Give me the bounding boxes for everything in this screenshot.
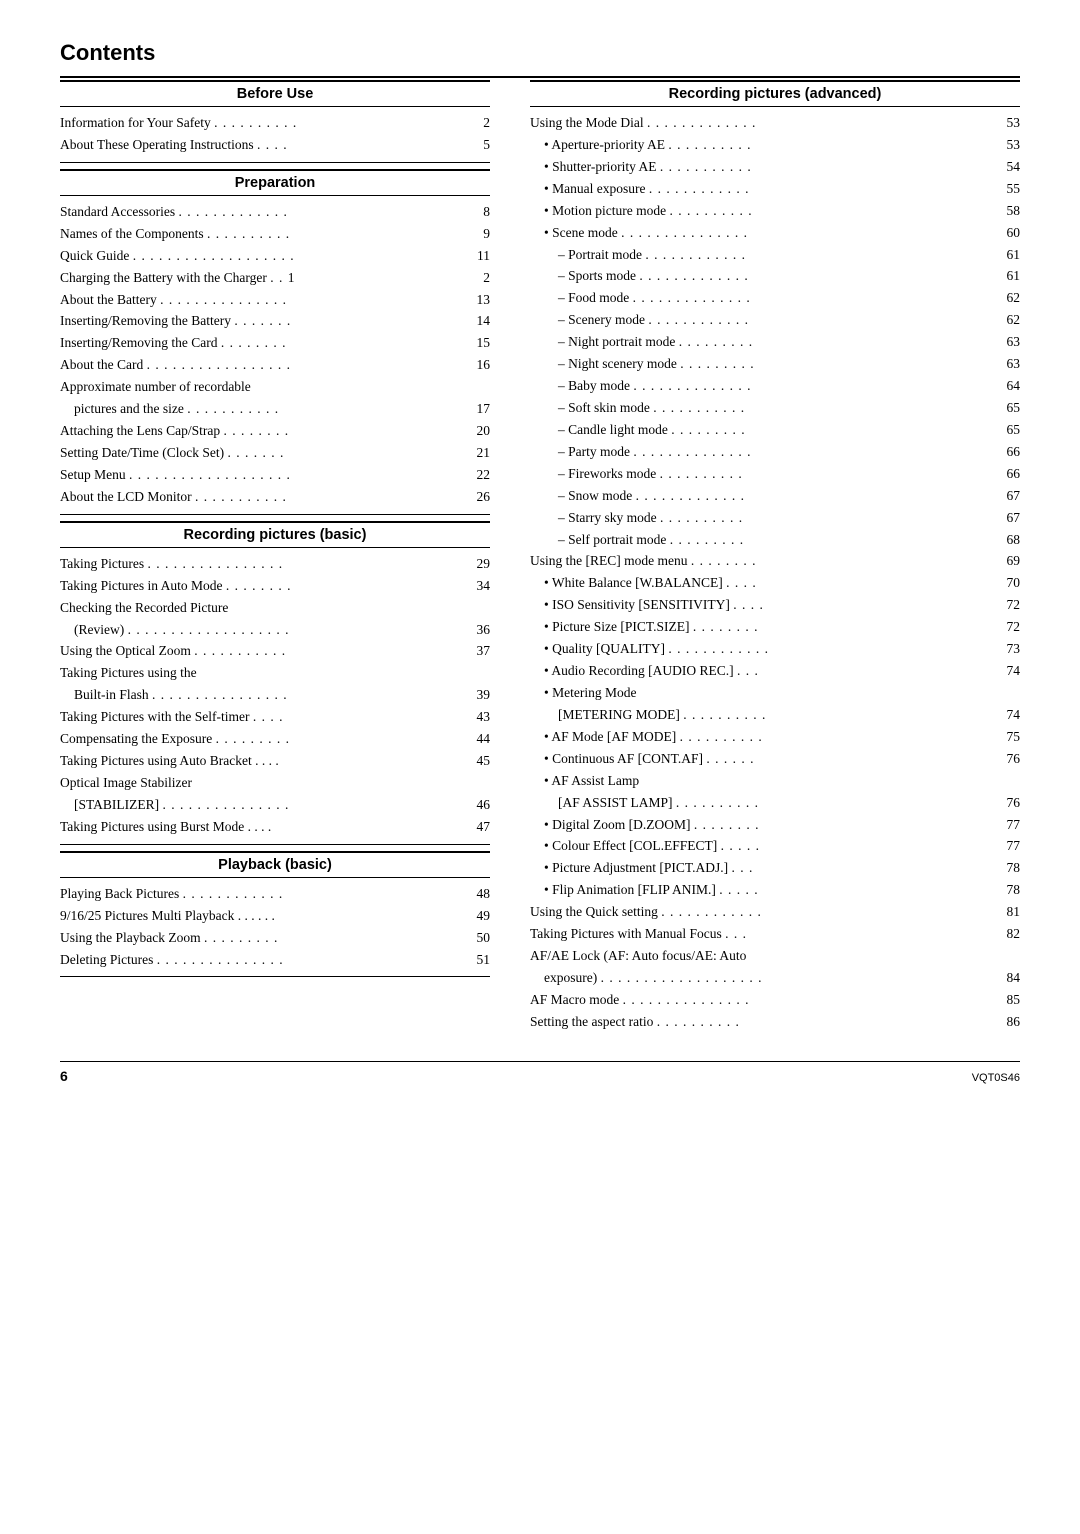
section-preparation: Preparation Standard Accessories . . . .… [60, 169, 490, 515]
page-title: Contents [60, 40, 1020, 66]
toc-entry: Using the Optical Zoom . . . . . . . . .… [60, 641, 490, 662]
toc-entry: • Picture Adjustment [PICT.ADJ.] . . . 7… [530, 858, 1020, 879]
toc-entry: Quick Guide . . . . . . . . . . . . . . … [60, 246, 490, 267]
toc-entry: About the LCD Monitor . . . . . . . . . … [60, 487, 490, 508]
toc-entry: – Baby mode . . . . . . . . . . . . . . … [530, 376, 1020, 397]
section-recording-advanced: Recording pictures (advanced) Using the … [530, 80, 1020, 1033]
toc-entry: AF/AE Lock (AF: Auto focus/AE: Auto [530, 946, 1020, 967]
toc-entry: Using the Quick setting . . . . . . . . … [530, 902, 1020, 923]
section-header-before-use: Before Use [60, 80, 490, 107]
left-column: Before Use Information for Your Safety .… [60, 80, 490, 1037]
page-number: 6 [60, 1068, 68, 1084]
toc-entry: About the Battery . . . . . . . . . . . … [60, 290, 490, 311]
section-playback-basic: Playback (basic) Playing Back Pictures .… [60, 851, 490, 978]
toc-entry: Information for Your Safety . . . . . . … [60, 113, 490, 134]
toc-entry: Built-in Flash . . . . . . . . . . . . .… [60, 685, 490, 706]
toc-entry: – Self portrait mode . . . . . . . . . 6… [530, 530, 1020, 551]
toc-entry: Using the Playback Zoom . . . . . . . . … [60, 928, 490, 949]
toc-entry-party-mode: – Party mode . . . . . . . . . . . . . .… [530, 442, 1020, 463]
toc-entry: • Aperture-priority AE . . . . . . . . .… [530, 135, 1020, 156]
toc-entry: Taking Pictures using Auto Bracket . . .… [60, 751, 490, 772]
right-column: Recording pictures (advanced) Using the … [530, 80, 1020, 1037]
toc-entry: • Picture Size [PICT.SIZE] . . . . . . .… [530, 617, 1020, 638]
section-header-recording-basic: Recording pictures (basic) [60, 521, 490, 548]
toc-entry: Setting Date/Time (Clock Set) . . . . . … [60, 443, 490, 464]
toc-entry: • Colour Effect [COL.EFFECT] . . . . . 7… [530, 836, 1020, 857]
toc-entry: • Manual exposure . . . . . . . . . . . … [530, 179, 1020, 200]
toc-entry: – Food mode . . . . . . . . . . . . . . … [530, 288, 1020, 309]
toc-entry: Taking Pictures with the Self-timer . . … [60, 707, 490, 728]
toc-entry: Setup Menu . . . . . . . . . . . . . . .… [60, 465, 490, 486]
toc-entry: Using the Mode Dial . . . . . . . . . . … [530, 113, 1020, 134]
toc-entry: • Scene mode . . . . . . . . . . . . . .… [530, 223, 1020, 244]
toc-entry: AF Macro mode . . . . . . . . . . . . . … [530, 990, 1020, 1011]
toc-entry: Deleting Pictures . . . . . . . . . . . … [60, 950, 490, 971]
toc-entry: – Sports mode . . . . . . . . . . . . . … [530, 266, 1020, 287]
toc-entry: About the Card . . . . . . . . . . . . .… [60, 355, 490, 376]
toc-entry: [AF ASSIST LAMP] . . . . . . . . . . 76 [530, 793, 1020, 814]
toc-entry: • White Balance [W.BALANCE] . . . . 70 [530, 573, 1020, 594]
section-recording-basic: Recording pictures (basic) Taking Pictur… [60, 521, 490, 845]
toc-entry: About These Operating Instructions . . .… [60, 135, 490, 156]
toc-entry: pictures and the size . . . . . . . . . … [60, 399, 490, 420]
toc-entry: – Starry sky mode . . . . . . . . . . 67 [530, 508, 1020, 529]
toc-entry: [METERING MODE] . . . . . . . . . . 74 [530, 705, 1020, 726]
toc-entry: Using the [REC] mode menu . . . . . . . … [530, 551, 1020, 572]
toc-entry: • Metering Mode [530, 683, 1020, 704]
toc-entry: • Shutter-priority AE . . . . . . . . . … [530, 157, 1020, 178]
toc-entry: – Scenery mode . . . . . . . . . . . . 6… [530, 310, 1020, 331]
toc-entry: – Soft skin mode . . . . . . . . . . . 6… [530, 398, 1020, 419]
toc-entry: • Digital Zoom [D.ZOOM] . . . . . . . . … [530, 815, 1020, 836]
toc-entry: – Night portrait mode . . . . . . . . . … [530, 332, 1020, 353]
toc-entry: Inserting/Removing the Card . . . . . . … [60, 333, 490, 354]
section-header-preparation: Preparation [60, 169, 490, 196]
toc-entry: Charging the Battery with the Charger . … [60, 268, 490, 289]
toc-entry: Taking Pictures in Auto Mode . . . . . .… [60, 576, 490, 597]
toc-entry: – Portrait mode . . . . . . . . . . . . … [530, 245, 1020, 266]
toc-entry: Compensating the Exposure . . . . . . . … [60, 729, 490, 750]
toc-entry: • AF Assist Lamp [530, 771, 1020, 792]
section-header-playback-basic: Playback (basic) [60, 851, 490, 878]
toc-entry: Standard Accessories . . . . . . . . . .… [60, 202, 490, 223]
toc-entry: • Audio Recording [AUDIO REC.] . . . 74 [530, 661, 1020, 682]
toc-entry: • Motion picture mode . . . . . . . . . … [530, 201, 1020, 222]
toc-entry: Taking Pictures . . . . . . . . . . . . … [60, 554, 490, 575]
toc-entry: • Flip Animation [FLIP ANIM.] . . . . . … [530, 880, 1020, 901]
toc-entry: • ISO Sensitivity [SENSITIVITY] . . . . … [530, 595, 1020, 616]
toc-entry: 9/16/25 Pictures Multi Playback . . . . … [60, 906, 490, 927]
toc-entry: [STABILIZER] . . . . . . . . . . . . . .… [60, 795, 490, 816]
section-before-use: Before Use Information for Your Safety .… [60, 80, 490, 163]
toc-entry: Setting the aspect ratio . . . . . . . .… [530, 1012, 1020, 1033]
model-number: VQT0S46 [972, 1072, 1020, 1084]
toc-entry: – Candle light mode . . . . . . . . . 65 [530, 420, 1020, 441]
toc-entry: – Fireworks mode . . . . . . . . . . 66 [530, 464, 1020, 485]
toc-entry: Attaching the Lens Cap/Strap . . . . . .… [60, 421, 490, 442]
toc-entry: Inserting/Removing the Battery . . . . .… [60, 311, 490, 332]
toc-entry: Names of the Components . . . . . . . . … [60, 224, 490, 245]
toc-entry: – Snow mode . . . . . . . . . . . . . 67 [530, 486, 1020, 507]
toc-entry-manual-focus: Taking Pictures with Manual Focus . . . … [530, 924, 1020, 945]
toc-entry: (Review) . . . . . . . . . . . . . . . .… [60, 620, 490, 641]
toc-entry: Taking Pictures using the [60, 663, 490, 684]
toc-entry: Taking Pictures using Burst Mode . . . .… [60, 817, 490, 838]
toc-entry-night-scenery: – Night scenery mode . . . . . . . . . 6… [530, 354, 1020, 375]
toc-entry: • Continuous AF [CONT.AF] . . . . . . 76 [530, 749, 1020, 770]
toc-entry: • AF Mode [AF MODE] . . . . . . . . . . … [530, 727, 1020, 748]
section-header-recording-advanced: Recording pictures (advanced) [530, 80, 1020, 107]
toc-entry: Approximate number of recordable [60, 377, 490, 398]
toc-entry: Checking the Recorded Picture [60, 598, 490, 619]
toc-entry: Playing Back Pictures . . . . . . . . . … [60, 884, 490, 905]
page-footer: 6 VQT0S46 [60, 1061, 1020, 1084]
toc-entry: • Quality [QUALITY] . . . . . . . . . . … [530, 639, 1020, 660]
toc-entry: Optical Image Stabilizer [60, 773, 490, 794]
toc-entry: exposure) . . . . . . . . . . . . . . . … [530, 968, 1020, 989]
